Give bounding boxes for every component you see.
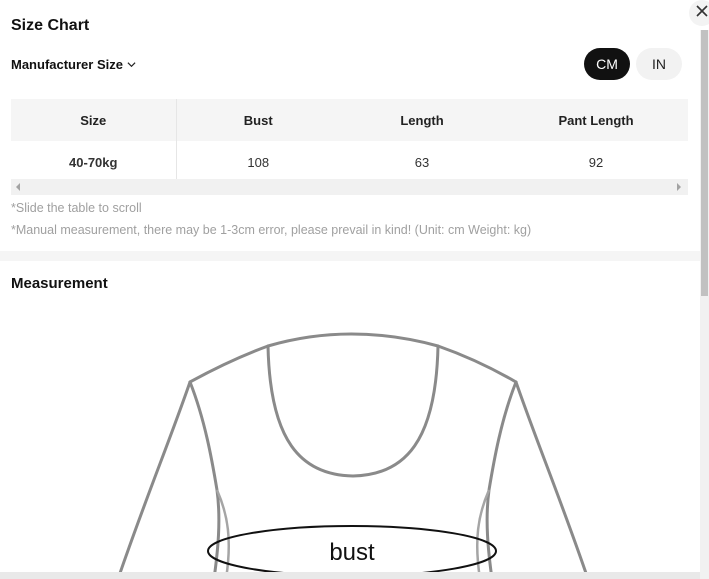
vertical-scrollbar[interactable] bbox=[700, 30, 709, 579]
measurement-title: Measurement bbox=[11, 275, 108, 292]
unit-cm-button[interactable]: CM bbox=[584, 48, 630, 80]
table-header-row: Size Bust Length Pant Length bbox=[11, 99, 688, 141]
cell-pant-length: 92 bbox=[588, 154, 604, 170]
unit-toggle: CM IN bbox=[584, 48, 682, 80]
scroll-right-arrow-icon[interactable] bbox=[677, 183, 681, 191]
close-icon bbox=[695, 4, 709, 23]
scroll-hint-note: *Slide the table to scroll bbox=[11, 201, 142, 215]
cell-size: 40-70kg bbox=[11, 141, 177, 183]
table-horizontal-scrollbar[interactable] bbox=[11, 179, 688, 195]
cell-bust: 108 bbox=[247, 154, 270, 170]
cell-length: 63 bbox=[414, 154, 430, 170]
chevron-down-icon bbox=[127, 57, 136, 72]
column-header-size: Size bbox=[11, 99, 177, 141]
column-header-length: Length bbox=[340, 99, 504, 141]
close-button[interactable] bbox=[689, 0, 709, 26]
table-row: 40-70kg 108 63 92 bbox=[11, 141, 688, 183]
manufacturer-size-dropdown[interactable]: Manufacturer Size bbox=[11, 57, 136, 72]
bottom-edge bbox=[0, 572, 700, 579]
scrollbar-thumb[interactable] bbox=[701, 30, 708, 296]
unit-in-button[interactable]: IN bbox=[636, 48, 682, 80]
size-chart-modal: Size Chart Manufacturer Size CM IN Size … bbox=[0, 0, 700, 579]
manufacturer-size-label: Manufacturer Size bbox=[11, 57, 123, 72]
page-title: Size Chart bbox=[11, 17, 90, 34]
size-table: Size Bust Length Pant Length 40-70kg 108… bbox=[11, 99, 688, 183]
measurement-error-note: *Manual measurement, there may be 1-3cm … bbox=[11, 223, 532, 237]
bust-label: bust bbox=[329, 539, 375, 566]
scroll-left-arrow-icon[interactable] bbox=[16, 183, 20, 191]
garment-measurement-diagram: bust bbox=[116, 332, 590, 579]
column-header-pant-length: Pant Length bbox=[504, 99, 688, 141]
section-divider bbox=[0, 251, 700, 261]
column-header-bust: Bust bbox=[176, 99, 340, 141]
